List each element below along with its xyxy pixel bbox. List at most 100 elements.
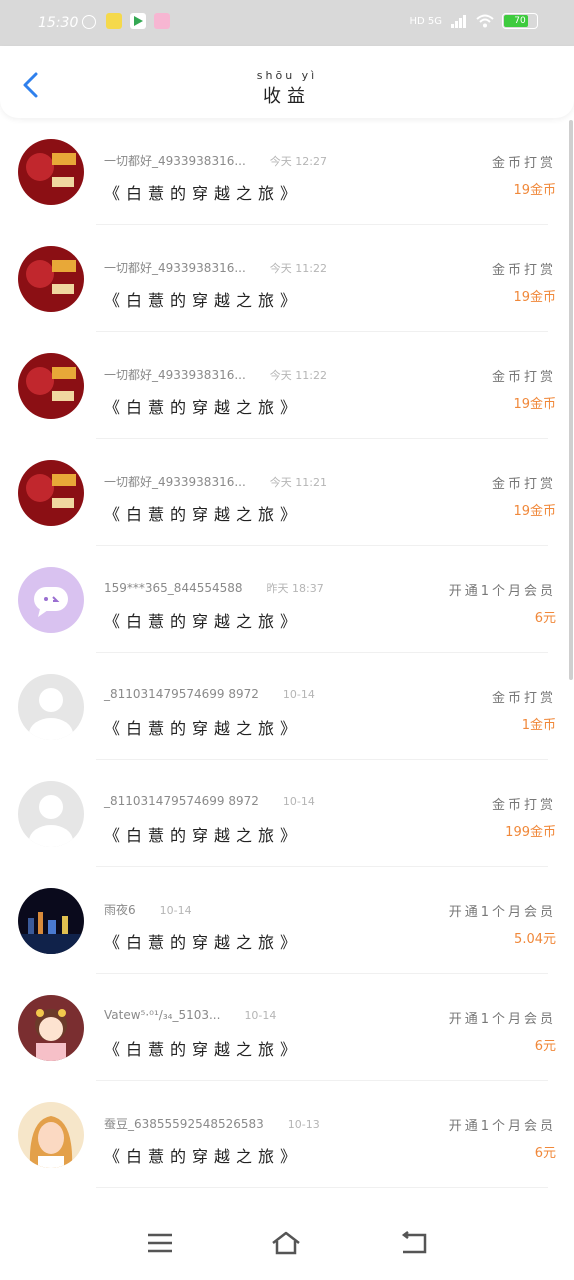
user-info: 一切都好_4933938316... 今天 11:22 xyxy=(104,366,327,383)
earning-type: 开通1个月会员 xyxy=(448,1119,556,1134)
avatar[interactable] xyxy=(18,888,84,954)
avatar[interactable] xyxy=(18,995,84,1061)
book-title: 《白薏的穿越之旅》 xyxy=(104,1040,303,1059)
list-item[interactable]: 蚕豆_63855592548526583 10-13 《白薏的穿越之旅》 开通1个月会… xyxy=(0,1081,568,1188)
user-name: 雨夜6 xyxy=(104,903,136,917)
list-item[interactable]: _811031479574699 8972 10-14 《白薏的穿越之旅》 金币打赏 1… xyxy=(0,760,568,867)
status-right: HD 5G 70 xyxy=(409,13,538,29)
signal-icon xyxy=(451,15,466,28)
play-store-icon xyxy=(130,13,146,29)
earning-amount: 19金币 xyxy=(513,290,556,305)
earning-amount: 5.04元 xyxy=(514,932,556,947)
timestamp: 昨天 18:37 xyxy=(266,582,324,595)
list-item[interactable]: 雨夜6 10-14 《白薏的穿越之旅》 开通1个月会员 5.04元 xyxy=(0,867,568,974)
user-info: 一切都好_4933938316... 今天 11:22 xyxy=(104,259,327,276)
earning-type: 开通1个月会员 xyxy=(448,905,556,920)
user-info: 159***365_844554588 昨天 18:37 xyxy=(104,580,324,596)
divider xyxy=(96,1187,548,1188)
avatar[interactable] xyxy=(18,781,84,847)
user-name: 一切都好_4933938316... xyxy=(104,475,246,489)
timestamp: 今天 11:21 xyxy=(269,476,327,489)
user-name: Vatew⁵·⁰¹/₃₄_5103... xyxy=(104,1008,221,1022)
user-name: _811031479574699 8972 xyxy=(104,687,259,701)
navigation-bar xyxy=(0,1192,574,1280)
earning-type: 开通1个月会员 xyxy=(448,584,556,599)
user-name: 一切都好_4933938316... xyxy=(104,261,246,275)
avatar[interactable] xyxy=(18,246,84,312)
home-icon[interactable] xyxy=(271,1230,301,1256)
app-notification-icon-2 xyxy=(154,13,170,29)
battery-icon: 70 xyxy=(502,13,538,29)
book-title: 《白薏的穿越之旅》 xyxy=(104,291,303,310)
book-title: 《白薏的穿越之旅》 xyxy=(104,1147,303,1166)
avatar[interactable] xyxy=(18,567,84,633)
timestamp: 10-13 xyxy=(287,1118,320,1131)
user-info: _811031479574699 8972 10-14 xyxy=(104,794,315,808)
earning-type: 金币打赏 xyxy=(491,691,556,706)
earning-amount: 6元 xyxy=(534,611,556,626)
book-title: 《白薏的穿越之旅》 xyxy=(104,612,303,631)
page-title: 收益 xyxy=(263,86,311,107)
list-item[interactable]: 159***365_844554588 昨天 18:37 《白薏的穿越之旅》 开通1个… xyxy=(0,546,568,653)
page-header: shōu yì 收益 xyxy=(0,46,574,118)
avatar[interactable] xyxy=(18,674,84,740)
timestamp: 10-14 xyxy=(282,795,315,808)
book-title: 《白薏的穿越之旅》 xyxy=(104,826,303,845)
user-info: Vatew⁵·⁰¹/₃₄_5103... 10-14 xyxy=(104,1008,276,1022)
list-item[interactable]: 一切都好_4933938316... 今天 11:22 《白薏的穿越之旅》 金币打赏 1… xyxy=(0,225,568,332)
user-name: 159***365_844554588 xyxy=(104,581,243,595)
earning-type: 金币打赏 xyxy=(491,156,556,171)
battery-level: 70 xyxy=(514,16,526,26)
avatar[interactable] xyxy=(18,353,84,419)
avatar[interactable] xyxy=(18,1102,84,1168)
user-info: 一切都好_4933938316... 今天 11:21 xyxy=(104,473,327,490)
timestamp: 10-14 xyxy=(159,904,192,917)
book-title: 《白薏的穿越之旅》 xyxy=(104,933,303,952)
earning-type: 开通1个月会员 xyxy=(448,1012,556,1027)
user-info: _811031479574699 8972 10-14 xyxy=(104,687,315,701)
earning-type: 金币打赏 xyxy=(491,798,556,813)
status-bar: 15:30 HD 5G 70 xyxy=(0,0,574,46)
network-label: HD 5G xyxy=(409,15,442,27)
list-item[interactable]: 一切都好_4933938316... 今天 11:22 《白薏的穿越之旅》 金币打赏 1… xyxy=(0,332,568,439)
earning-type: 金币打赏 xyxy=(491,477,556,492)
list-item[interactable]: Vatew⁵·⁰¹/₃₄_5103... 10-14 《白薏的穿越之旅》 开通1个月会… xyxy=(0,974,568,1081)
earning-amount: 19金币 xyxy=(513,504,556,519)
earning-amount: 6元 xyxy=(534,1039,556,1054)
user-name: 一切都好_4933938316... xyxy=(104,154,246,168)
user-name: 蚕豆_63855592548526583 xyxy=(104,1117,264,1131)
page-title-wrap: shōu yì 收益 xyxy=(0,70,574,108)
user-info: 一切都好_4933938316... 今天 12:27 xyxy=(104,152,327,169)
earnings-list: 一切都好_4933938316... 今天 12:27 《白薏的穿越之旅》 金币打赏 1… xyxy=(0,118,568,1188)
menu-icon[interactable] xyxy=(145,1230,175,1256)
earning-amount: 199金币 xyxy=(505,825,556,840)
avatar[interactable] xyxy=(18,460,84,526)
earning-amount: 19金币 xyxy=(513,183,556,198)
book-title: 《白薏的穿越之旅》 xyxy=(104,184,303,203)
timestamp: 今天 11:22 xyxy=(269,369,327,382)
timestamp: 今天 11:22 xyxy=(269,262,327,275)
earning-amount: 1金币 xyxy=(521,718,556,733)
earning-amount: 6元 xyxy=(534,1146,556,1161)
timestamp: 今天 12:27 xyxy=(269,155,327,168)
status-time: 15:30 xyxy=(38,15,79,31)
timestamp: 10-14 xyxy=(244,1009,277,1022)
scrollbar[interactable] xyxy=(569,120,573,680)
list-item[interactable]: _811031479574699 8972 10-14 《白薏的穿越之旅》 金币打赏 1… xyxy=(0,653,568,760)
wifi-icon xyxy=(476,14,494,28)
list-item[interactable]: 一切都好_4933938316... 今天 11:21 《白薏的穿越之旅》 金币打赏 1… xyxy=(0,439,568,546)
back-nav-icon[interactable] xyxy=(399,1230,429,1256)
user-info: 雨夜6 10-14 xyxy=(104,901,192,918)
earning-amount: 19金币 xyxy=(513,397,556,412)
earning-type: 金币打赏 xyxy=(491,370,556,385)
notification-k-icon xyxy=(82,15,96,29)
app-notification-icon xyxy=(106,13,122,29)
list-item[interactable]: 一切都好_4933938316... 今天 12:27 《白薏的穿越之旅》 金币打赏 1… xyxy=(0,118,568,225)
book-title: 《白薏的穿越之旅》 xyxy=(104,719,303,738)
book-title: 《白薏的穿越之旅》 xyxy=(104,398,303,417)
earning-type: 金币打赏 xyxy=(491,263,556,278)
user-name: _811031479574699 8972 xyxy=(104,794,259,808)
avatar[interactable] xyxy=(18,139,84,205)
book-title: 《白薏的穿越之旅》 xyxy=(104,505,303,524)
timestamp: 10-14 xyxy=(282,688,315,701)
